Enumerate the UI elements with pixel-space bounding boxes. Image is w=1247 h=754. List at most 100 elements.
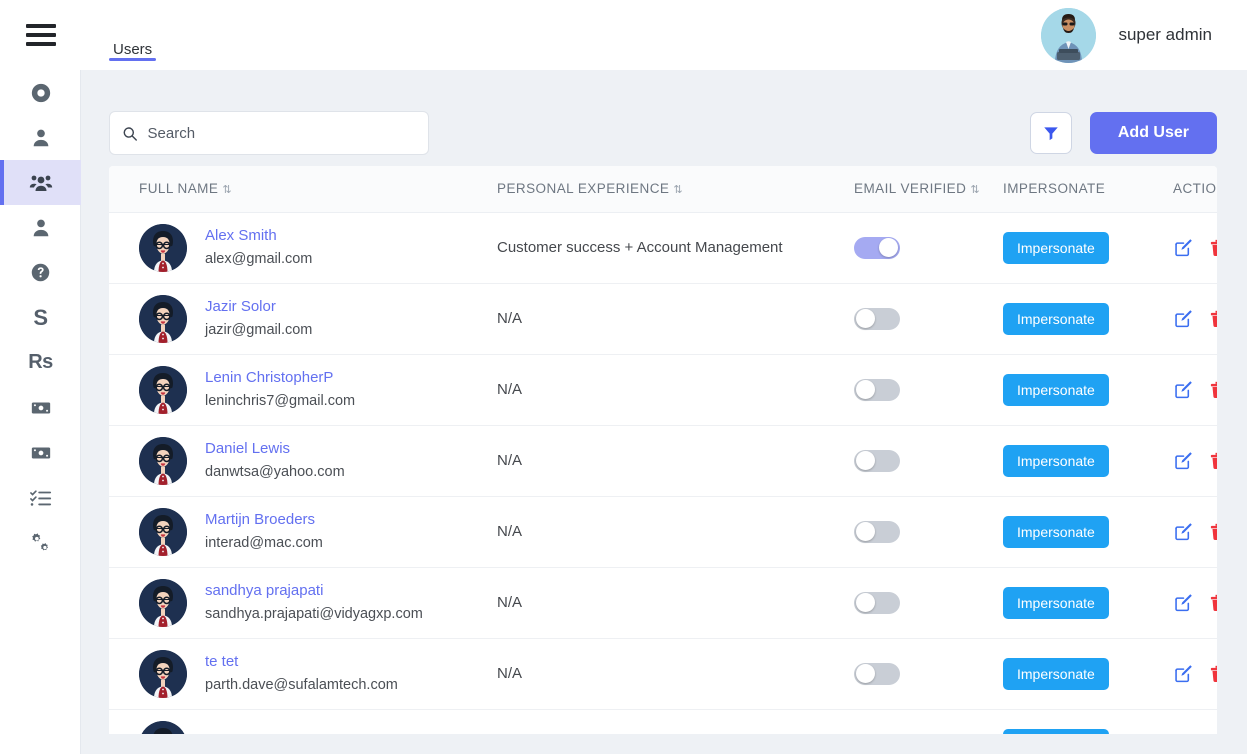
search-icon [123,126,137,141]
tab-users[interactable]: Users [109,0,157,70]
trash-delete-icon[interactable] [1208,664,1217,684]
impersonate-button[interactable]: Impersonate [1003,728,1109,734]
impersonate-button[interactable]: Impersonate [1003,586,1109,619]
trash-delete-icon[interactable] [1208,522,1217,542]
edit-pencil-icon[interactable] [1173,237,1194,258]
user-name-link[interactable]: sandhya prajapati [205,579,423,603]
column-personal-experience-label: PERSONAL EXPERIENCE [497,181,670,197]
cell-full-name: Martijn Broeders interad@mac.com [109,496,497,567]
cell-personal-experience: N/A [497,594,523,611]
sidebar-item-dashboard[interactable] [0,70,81,115]
email-verified-toggle[interactable] [854,236,900,259]
sidebar-item-billing[interactable] [0,385,81,430]
trash-delete-icon[interactable] [1208,593,1217,613]
cell-action [1173,354,1217,425]
user-name-link[interactable]: Lenin ChristopherP [205,366,355,390]
user-name-link[interactable]: te tet [205,650,398,674]
sidebar-item-profile[interactable] [0,115,81,160]
impersonate-button[interactable]: Impersonate [1003,444,1109,477]
edit-pencil-icon[interactable] [1173,663,1194,684]
edit-pencil-icon[interactable] [1173,450,1194,471]
email-verified-toggle[interactable] [854,733,900,734]
question-mark-icon [31,263,50,282]
sidebar-item-users[interactable] [0,160,81,205]
email-verified-toggle[interactable] [854,449,900,472]
cell-action [1173,496,1217,567]
cell-impersonate: Impersonate [1003,638,1173,709]
cell-action [1173,212,1217,283]
impersonate-button[interactable]: Impersonate [1003,373,1109,406]
email-verified-toggle[interactable] [854,520,900,543]
sort-icon[interactable]: ⇅ [970,185,980,196]
table-row: Alex Smith alex@gmail.com Customer succe… [109,212,1217,283]
impersonate-button[interactable]: Impersonate [1003,515,1109,548]
edit-pencil-icon[interactable] [1173,521,1194,542]
email-verified-toggle[interactable] [854,591,900,614]
cell-impersonate: Impersonate [1003,709,1173,734]
search-input[interactable] [147,124,416,142]
edit-pencil-icon[interactable] [1173,592,1194,613]
cell-personal-experience: N/A [497,523,523,540]
avatar [139,223,187,272]
sidebar-item-payments[interactable]: S [0,295,81,340]
sidebar-item-rupees[interactable]: Rs [0,340,81,385]
user-avatar-illustration [139,223,187,272]
cell-personal-experience: N/A [497,381,523,398]
edit-pencil-icon[interactable] [1173,379,1194,400]
sidebar-item-tasks[interactable] [0,475,81,520]
column-full-name[interactable]: FULL NAME ⇅ [109,166,497,213]
sidebar-item-settings[interactable] [0,520,81,565]
sidebar-item-help[interactable] [0,250,81,295]
cell-action [1173,283,1217,354]
column-personal-experience[interactable]: PERSONAL EXPERIENCE ⇅ [497,166,854,213]
add-user-button[interactable]: Add User [1089,112,1217,154]
sidebar-item-employees[interactable] [0,205,81,250]
cell-email-verified [854,709,1003,734]
table-header-row: FULL NAME ⇅ PERSONAL EXPERIENCE ⇅ EMAIL VE… [109,166,1217,213]
cell-email-verified [854,567,1003,638]
cell-email-verified [854,496,1003,567]
user-name-link[interactable]: Martijn Broeders [205,508,323,532]
user-avatar-illustration [139,294,187,343]
cell-impersonate: Impersonate [1003,496,1173,567]
hamburger-bar [25,33,56,37]
user-name-link[interactable]: Jazir Solor [205,295,312,319]
sort-icon[interactable]: ⇅ [673,185,683,196]
cell-action [1173,425,1217,496]
email-verified-toggle[interactable] [854,378,900,401]
tab-users-label: Users [113,41,153,58]
toolbar-actions: Add User [1029,112,1217,154]
impersonate-button[interactable]: Impersonate [1003,231,1109,264]
impersonate-button[interactable]: Impersonate [1003,302,1109,335]
toggle-knob [856,522,875,541]
toggle-knob [856,380,875,399]
sidebar-item-invoices[interactable] [0,430,81,475]
trash-delete-icon[interactable] [1208,451,1217,471]
user-name-link[interactable]: te tet [205,733,238,735]
user-name-link[interactable]: Daniel Lewis [205,437,345,461]
toggle-knob [879,238,898,257]
avatar [139,578,187,627]
cell-full-name: te tet parth.dave@sufalamtech.com [109,638,497,709]
email-verified-toggle[interactable] [854,307,900,330]
impersonate-button[interactable]: Impersonate [1003,657,1109,690]
avatar[interactable] [1041,7,1097,63]
user-name-link[interactable]: Alex Smith [205,224,312,248]
filter-button[interactable] [1029,112,1072,154]
edit-pencil-icon[interactable] [1173,308,1194,329]
email-verified-toggle[interactable] [854,662,900,685]
search-input-wrapper[interactable] [109,111,429,155]
hamburger-icon[interactable] [0,0,81,70]
trash-delete-icon[interactable] [1208,238,1217,258]
table-row: te tet parth.dave@sufalamtech.com N/A Im… [109,638,1217,709]
cell-action [1173,709,1217,734]
hamburger-bar [25,42,56,46]
column-email-verified[interactable]: EMAIL VERIFIED ⇅ [854,166,1003,213]
trash-delete-icon[interactable] [1208,309,1217,329]
cell-email-verified [854,283,1003,354]
cell-personal-experience: Customer success + Account Management [497,239,783,256]
cell-personal-experience: N/A [497,310,523,327]
cell-impersonate: Impersonate [1003,354,1173,425]
trash-delete-icon[interactable] [1208,380,1217,400]
sort-icon[interactable]: ⇅ [222,185,232,196]
